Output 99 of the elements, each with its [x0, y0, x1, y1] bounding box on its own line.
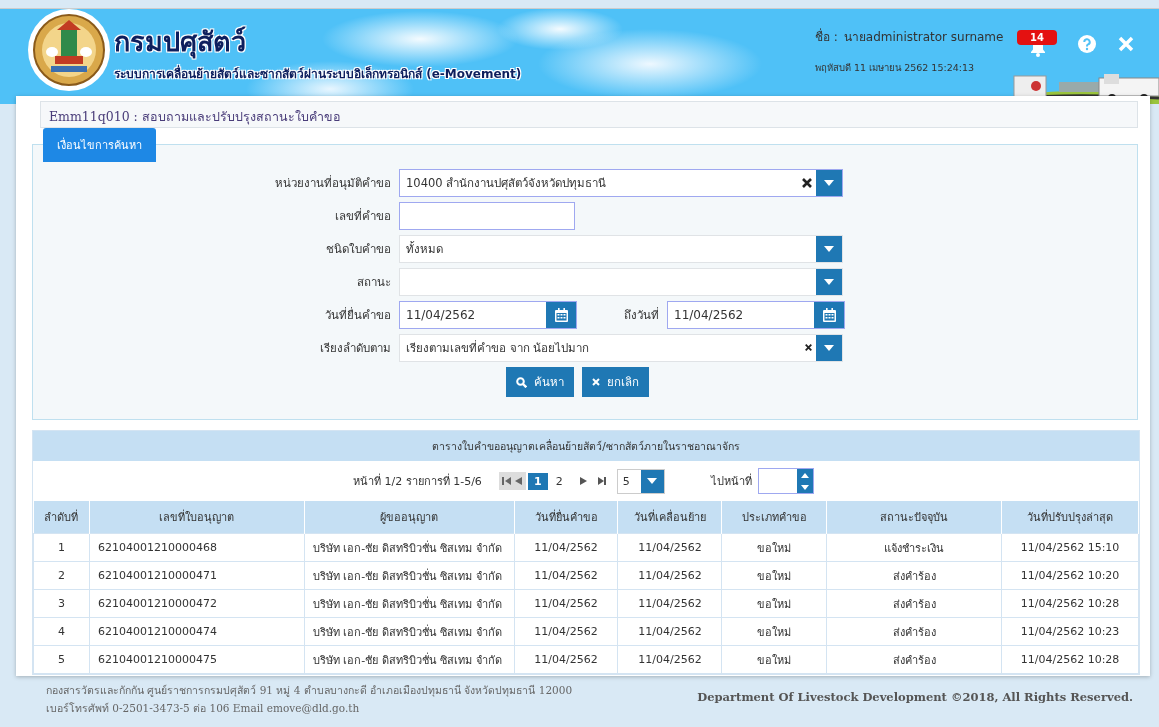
table-cell: 5 — [33, 645, 90, 674]
table-cell: ขอใหม่ — [721, 589, 827, 618]
footer-address: กองสารวัตรและกักกัน ศูนย์ราชการกรมปศุสัตว์ 91 หมู่ 4 ตำบลบางกะดี อำเภอเมืองปทุมธานี จังหวัดปทุมธานี 12000 — [46, 683, 573, 699]
table-cell: 11/04/2562 15:10 — [1001, 533, 1139, 562]
table-cell: 11/04/2562 — [617, 533, 722, 562]
field-label: วันที่ยื่นคำขอ — [324, 306, 392, 324]
table-cell: 11/04/2562 — [514, 617, 618, 646]
column-header: สถานะปัจจุบัน — [826, 501, 1002, 534]
table-cell: 2 — [33, 561, 90, 590]
page-link[interactable]: 1 — [528, 472, 548, 490]
site-subtitle: ระบบการเคลื่อนย้ายสัตว์และซากสัตว์ผ่านระบบอิเล็กทรอนิกส์ (e-Movement) — [114, 64, 522, 83]
caret-icon — [824, 344, 834, 351]
table-cell: ขอใหม่ — [721, 561, 827, 590]
table-cell: ส่งคำร้อง — [826, 645, 1002, 674]
column-header: วันที่ปรับปรุงล่าสุด — [1001, 501, 1139, 534]
input-field[interactable] — [399, 201, 575, 230]
footer-contact: เบอร์โทรศัพท์ 0-2501-3473-5 ต่อ 106 Email emove@dld.go.th — [46, 701, 361, 716]
calendar-icon — [822, 307, 836, 322]
column-header: เลขที่ใบอนุญาต — [89, 501, 305, 534]
table-cell: 62104001210000471 — [89, 561, 305, 590]
table-cell: 11/04/2562 — [617, 617, 722, 646]
last-page-icon[interactable] — [596, 476, 607, 486]
search-button[interactable]: ค้นหา — [505, 367, 574, 397]
select-field[interactable]: เรียงตามเลขที่คำขอ จาก น้อยไปมาก — [399, 333, 843, 362]
table-cell: แจ้งชำระเงิน — [826, 533, 1002, 562]
column-header: ประเภทคำขอ — [721, 501, 827, 534]
table-cell: 11/04/2562 — [514, 561, 618, 590]
column-header: วันที่ยื่นคำขอ — [514, 501, 618, 534]
field-label: ชนิดใบคำขอ — [325, 240, 392, 258]
table-cell: ส่งคำร้อง — [826, 589, 1002, 618]
table-cell: 11/04/2562 — [617, 645, 722, 674]
caret-icon — [824, 245, 834, 252]
first-page-icon[interactable] — [502, 476, 512, 486]
table-cell: 11/04/2562 — [617, 561, 722, 590]
close-icon — [591, 378, 600, 386]
caret-icon — [824, 278, 834, 285]
table-cell: 11/04/2562 — [514, 533, 618, 562]
notification-badge: 14 — [1017, 30, 1057, 45]
previous-page-icon[interactable] — [513, 476, 523, 486]
clear-icon[interactable] — [805, 344, 812, 351]
clear-icon[interactable] — [802, 177, 812, 188]
date-field[interactable]: 11/04/2562 — [667, 300, 845, 329]
field-label: หน่วยงานที่อนุมัติคำขอ — [274, 174, 392, 192]
date-time: พฤหัสบดี 11 เมษายน 2562 15:24:13 — [815, 61, 975, 75]
select-field[interactable]: ทั้งหมด — [399, 234, 843, 263]
field-label: สถานะ — [356, 273, 392, 291]
table-title: ตารางใบคำขออนุญาตเคลื่อนย้ายสัตว์/ซากสัตว์ภายในราชอาณาจักร — [33, 431, 1139, 461]
page-number-field[interactable] — [757, 468, 814, 494]
table-cell: 4 — [33, 617, 90, 646]
copyright-text: Department Of Livestock Development ©2018, All Rights Reserved. — [697, 689, 1133, 704]
goto-page-label: ไปหน้าที่ — [710, 472, 752, 490]
pager-info: หน้าที่ 1/2 รายการที่ 1-5/6 — [353, 472, 483, 490]
page-title: Emm11q010 : สอบถามและปรับปรุงสถานะใบคำขอ — [40, 101, 1138, 128]
table-cell: 62104001210000472 — [89, 589, 305, 618]
table-cell: ขอใหม่ — [721, 617, 827, 646]
table-cell: 11/04/2562 10:20 — [1001, 561, 1139, 590]
search-icon — [515, 376, 527, 388]
table-cell: บริษัท เอก-ชัย ดิสทริบิวชั่น ซิสเทม จำกัด — [304, 561, 515, 590]
field-label: เลขที่คำขอ — [334, 207, 392, 225]
page-size-select[interactable]: 5 — [616, 468, 665, 494]
table-cell: 11/04/2562 — [514, 645, 618, 674]
calendar-icon — [554, 307, 568, 322]
down-arrow-icon[interactable] — [800, 484, 809, 490]
table-cell: 1 — [33, 533, 90, 562]
cancel-button[interactable]: ยกเลิก — [581, 367, 649, 397]
table-cell: ส่งคำร้อง — [826, 561, 1002, 590]
table-cell: 11/04/2562 — [617, 589, 722, 618]
table-cell: บริษัท เอก-ชัย ดิสทริบิวชั่น ซิสเทม จำกัด — [304, 589, 515, 618]
select-field[interactable]: 10400 สำนักงานปศุสัตว์จังหวัดปทุมธานี — [399, 168, 843, 197]
user-name: นายadministrator surname — [843, 29, 1004, 46]
search-conditions-tab[interactable]: เงื่อนไขการค้นหา — [43, 128, 156, 162]
next-page-icon[interactable] — [578, 476, 589, 486]
table-cell: ขอใหม่ — [721, 533, 827, 562]
column-header: ผู้ขออนุญาต — [304, 501, 515, 534]
table-cell: ส่งคำร้อง — [826, 617, 1002, 646]
site-title: กรมปศุสัตว์ — [114, 26, 247, 58]
table-cell: 62104001210000468 — [89, 533, 305, 562]
table-cell: 3 — [33, 589, 90, 618]
column-header: ลำดับที่ — [33, 501, 90, 534]
table-cell: ขอใหม่ — [721, 645, 827, 674]
select-field[interactable] — [399, 267, 843, 296]
field-label: ถึงวันที่ — [623, 306, 660, 324]
table-cell: 11/04/2562 10:23 — [1001, 617, 1139, 646]
table-cell: 11/04/2562 10:28 — [1001, 645, 1139, 674]
table-cell: บริษัท เอก-ชัย ดิสทริบิวชั่น ซิสเทม จำกัด — [304, 645, 515, 674]
caret-icon — [824, 179, 834, 186]
table-cell: บริษัท เอก-ชัย ดิสทริบิวชั่น ซิสเทม จำกัด — [304, 617, 515, 646]
caret-icon — [647, 478, 658, 484]
date-field[interactable]: 11/04/2562 — [399, 300, 577, 329]
table-cell: 62104001210000475 — [89, 645, 305, 674]
user-label: ชื่อ : — [815, 27, 838, 46]
table-cell: 11/04/2562 10:28 — [1001, 589, 1139, 618]
table-cell: 11/04/2562 — [514, 589, 618, 618]
up-arrow-icon[interactable] — [800, 472, 809, 478]
field-label: เรียงลำดับตาม — [319, 339, 392, 357]
column-header: วันที่เคลื่อนย้าย — [617, 501, 722, 534]
page-link[interactable]: 2 — [549, 472, 569, 490]
table-cell: 62104001210000474 — [89, 617, 305, 646]
table-cell: บริษัท เอก-ชัย ดิสทริบิวชั่น ซิสเทม จำกัด — [304, 533, 515, 562]
